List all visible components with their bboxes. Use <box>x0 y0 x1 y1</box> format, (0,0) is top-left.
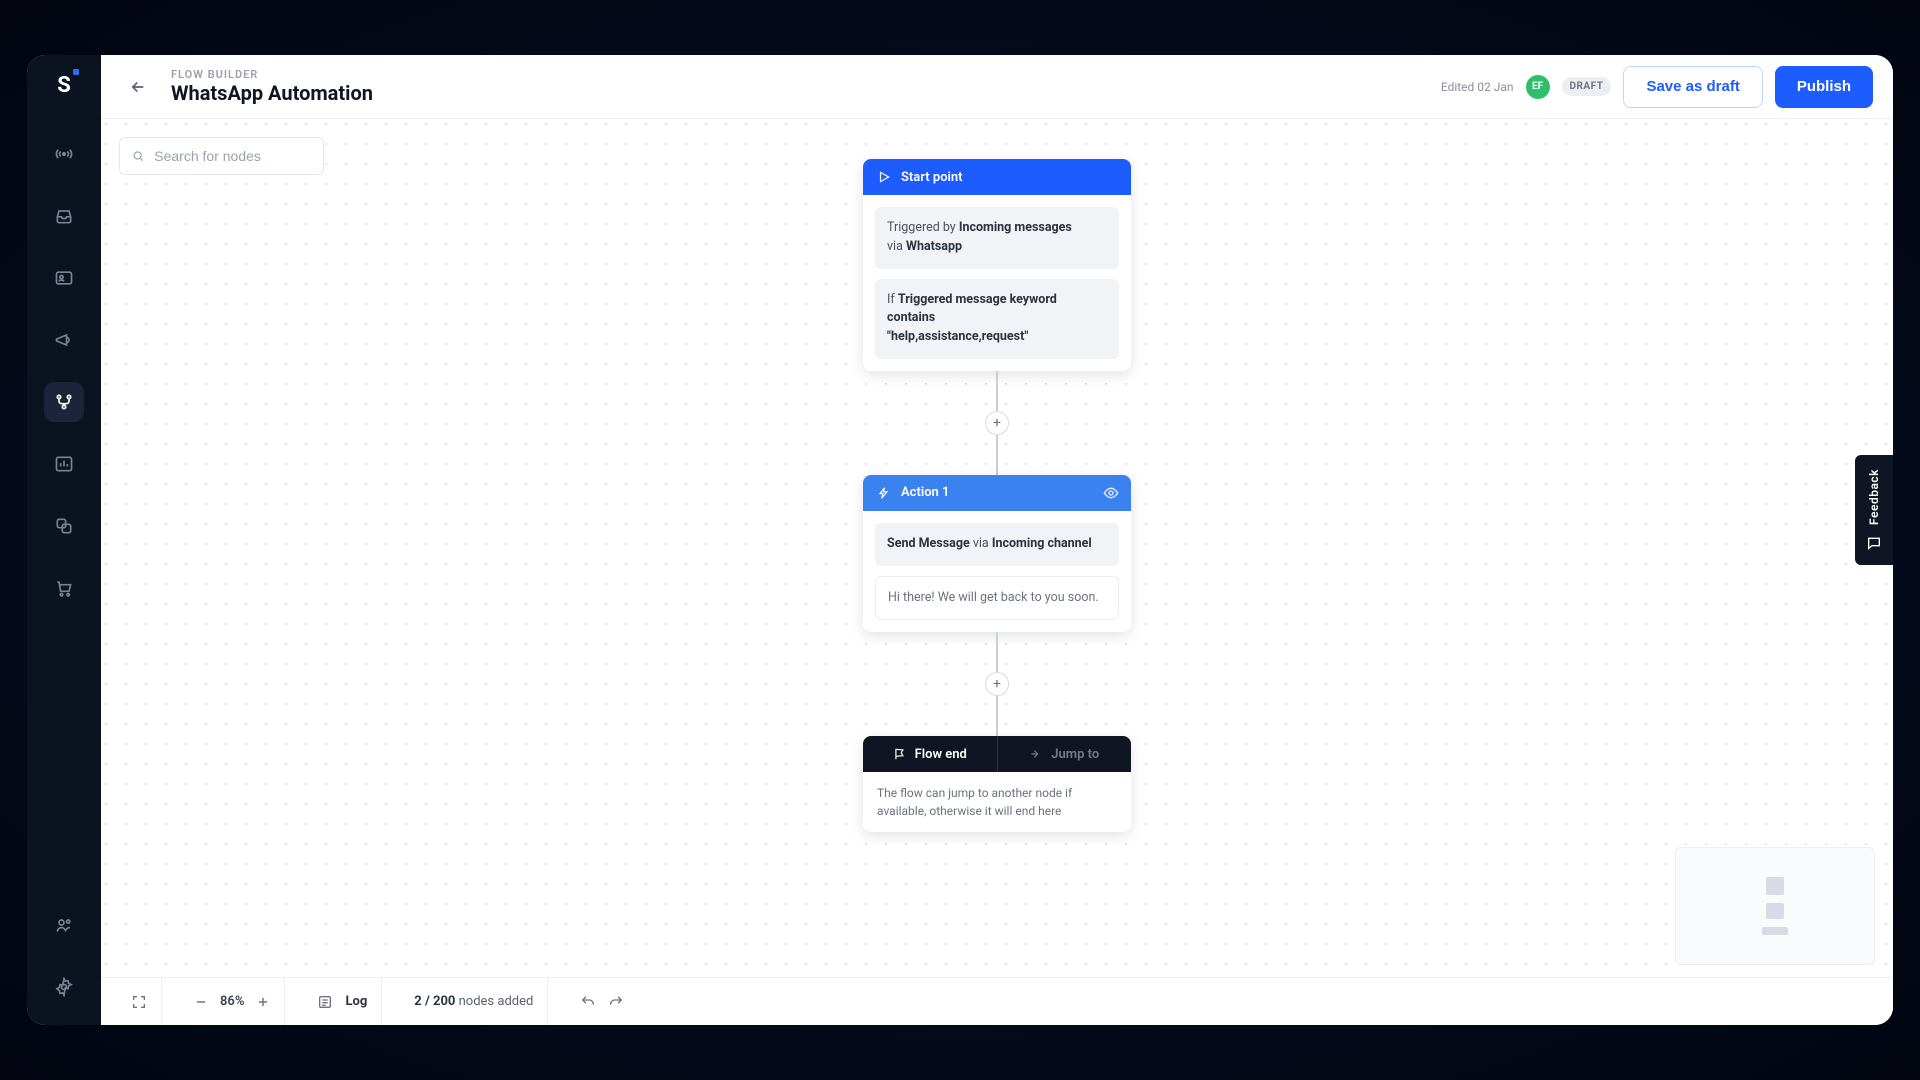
connector <box>996 371 998 411</box>
tab-jump-to[interactable]: Jump to <box>997 736 1132 772</box>
flow-icon <box>54 392 74 412</box>
link-icon <box>54 516 74 536</box>
zoom-level: 86% <box>220 994 244 1009</box>
sidebar-item-reports[interactable] <box>44 444 84 484</box>
user-card-icon <box>54 268 74 288</box>
connector <box>996 632 998 672</box>
action-message-slot[interactable]: Hi there! We will get back to you soon. <box>875 576 1119 621</box>
log-label: Log <box>345 994 367 1009</box>
node-start-title: Start point <box>901 170 963 185</box>
status-badge: DRAFT <box>1562 77 1612 96</box>
undo-icon <box>580 994 596 1010</box>
save-draft-button[interactable]: Save as draft <box>1623 66 1762 108</box>
minus-icon <box>194 995 208 1009</box>
redo-button[interactable] <box>608 994 624 1010</box>
team-icon <box>54 915 74 935</box>
sidebar-item-contacts[interactable] <box>44 258 84 298</box>
add-node-button[interactable]: + <box>985 411 1009 435</box>
node-action-title: Action 1 <box>901 485 949 500</box>
add-node-button[interactable]: + <box>985 672 1009 696</box>
cart-icon <box>54 578 74 598</box>
sidebar: S <box>27 55 101 1025</box>
minimap[interactable] <box>1675 847 1875 965</box>
log-button[interactable] <box>317 994 333 1010</box>
node-start[interactable]: Start point Triggered by Incoming messag… <box>863 159 1131 371</box>
eye-icon <box>1103 485 1119 501</box>
fit-view-button[interactable] <box>131 994 147 1010</box>
megaphone-icon <box>54 330 74 350</box>
back-button[interactable] <box>121 70 155 104</box>
sidebar-item-settings[interactable] <box>44 967 84 1007</box>
undo-button[interactable] <box>580 994 596 1010</box>
expand-icon <box>131 994 147 1010</box>
sidebar-item-campaigns[interactable] <box>44 320 84 360</box>
sidebar-item-team[interactable] <box>44 905 84 945</box>
bolt-icon <box>877 486 891 500</box>
end-body-text: The flow can jump to another node if ava… <box>863 772 1131 832</box>
connector <box>996 435 998 475</box>
canvas[interactable]: Start point Triggered by Incoming messag… <box>101 119 1893 1025</box>
connector <box>996 696 998 736</box>
minimap-node <box>1762 927 1788 935</box>
action-send-slot[interactable]: Send Message via Incoming channel <box>875 523 1119 566</box>
start-condition-slot[interactable]: If Triggered message keyword contains "h… <box>875 279 1119 359</box>
start-trigger-slot[interactable]: Triggered by Incoming messages via Whats… <box>875 207 1119 269</box>
inbox-icon <box>54 206 74 226</box>
minimap-node <box>1766 903 1784 919</box>
broadcast-icon <box>54 144 74 164</box>
tab-flow-end[interactable]: Flow end <box>863 736 997 772</box>
node-end[interactable]: Flow end Jump to The flow can jump to an… <box>863 736 1131 832</box>
chart-icon <box>54 454 74 474</box>
feedback-label: Feedback <box>1867 469 1881 525</box>
node-search[interactable] <box>119 137 324 175</box>
page-title: WhatsApp Automation <box>171 81 373 105</box>
app-logo: S <box>57 73 71 98</box>
sidebar-item-commerce[interactable] <box>44 568 84 608</box>
arrow-left-icon <box>129 78 147 96</box>
breadcrumb: FLOW BUILDER <box>171 68 373 81</box>
user-avatar[interactable]: EF <box>1526 75 1550 99</box>
log-icon <box>317 994 333 1010</box>
zoom-in-button[interactable] <box>256 995 270 1009</box>
feedback-button[interactable]: Feedback <box>1855 455 1893 565</box>
edited-text: Edited 02 Jan <box>1441 80 1514 94</box>
search-icon <box>132 149 144 163</box>
main: FLOW BUILDER WhatsApp Automation Edited … <box>101 55 1893 1025</box>
sidebar-item-flows[interactable] <box>44 382 84 422</box>
plus-icon <box>256 995 270 1009</box>
flag-icon <box>893 747 907 761</box>
zoom-out-button[interactable] <box>194 995 208 1009</box>
sidebar-item-integrations[interactable] <box>44 506 84 546</box>
publish-button[interactable]: Publish <box>1775 66 1873 108</box>
nodes-count: 2 / 200 nodes added <box>414 994 533 1009</box>
play-icon <box>877 170 891 184</box>
header: FLOW BUILDER WhatsApp Automation Edited … <box>101 55 1893 119</box>
minimap-node <box>1766 877 1784 895</box>
jump-icon <box>1029 747 1043 761</box>
node-action-1[interactable]: Action 1 Send Message via Incoming chann… <box>863 475 1131 633</box>
search-input[interactable] <box>154 148 311 164</box>
bottom-toolbar: 86% Log 2 / 200 nodes added <box>101 977 1893 1025</box>
gear-icon <box>54 977 74 997</box>
redo-icon <box>608 994 624 1010</box>
sidebar-item-broadcast[interactable] <box>44 134 84 174</box>
chat-icon <box>1866 535 1882 551</box>
sidebar-item-inbox[interactable] <box>44 196 84 236</box>
